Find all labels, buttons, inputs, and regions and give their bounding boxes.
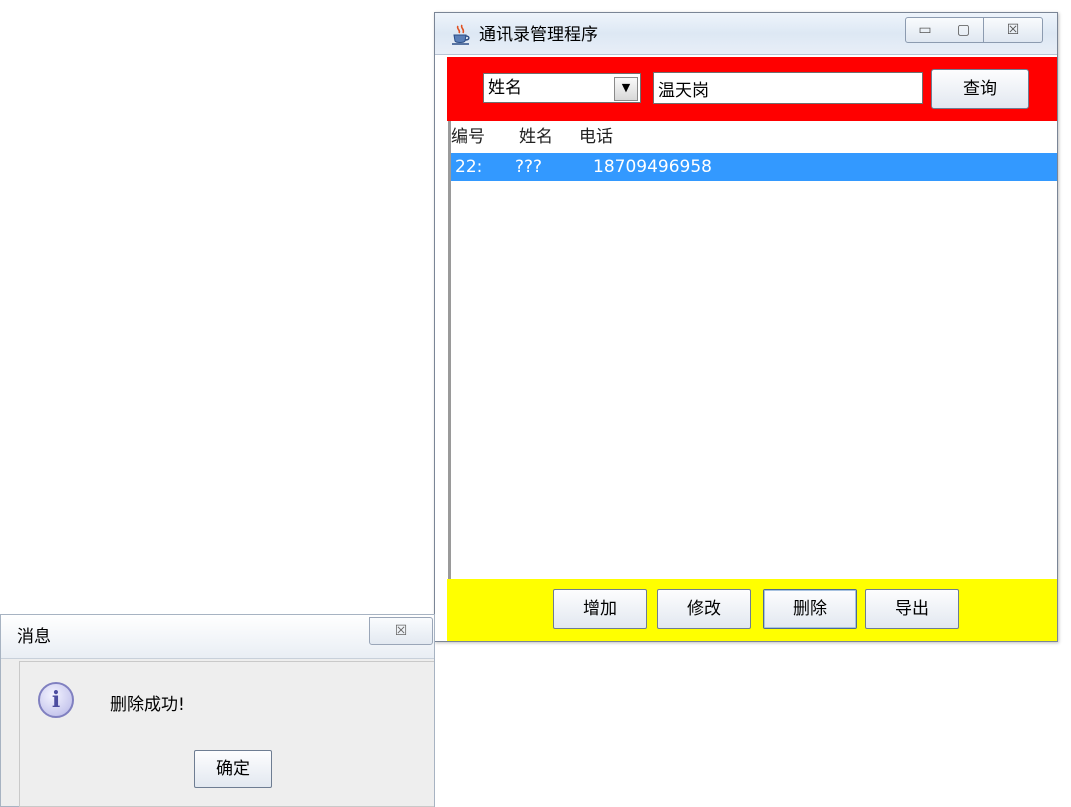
java-cup-icon bbox=[452, 24, 470, 45]
export-button[interactable]: 导出 bbox=[865, 589, 959, 629]
search-field-select[interactable]: 姓名 ▼ bbox=[483, 73, 641, 103]
close-icon: ☒ bbox=[394, 623, 408, 639]
ok-button[interactable]: 确定 bbox=[194, 750, 272, 788]
add-button[interactable]: 增加 bbox=[553, 589, 647, 629]
row-id: 22: bbox=[455, 157, 483, 177]
search-input[interactable] bbox=[653, 72, 923, 104]
list-item-selected[interactable]: 22: ??? 18709496958 bbox=[451, 153, 1057, 181]
contact-list[interactable]: 编号 姓名 电话 22: ??? 18709496958 bbox=[435, 121, 1057, 581]
dialog-title: 消息 bbox=[17, 627, 51, 647]
dialog-message: 删除成功! bbox=[110, 695, 185, 715]
row-phone: 18709496958 bbox=[593, 157, 712, 177]
info-icon: i bbox=[38, 682, 74, 718]
chevron-down-icon[interactable]: ▼ bbox=[614, 77, 638, 101]
maximize-button[interactable]: ▢ bbox=[944, 17, 984, 43]
title-bar[interactable]: 通讯录管理程序 ▭ ▢ ☒ bbox=[435, 13, 1057, 55]
search-field-selected: 姓名 bbox=[488, 78, 522, 98]
edit-button[interactable]: 修改 bbox=[657, 589, 751, 629]
dialog-body: i 删除成功! 确定 bbox=[19, 661, 434, 807]
close-icon: ☒ bbox=[1006, 22, 1020, 38]
search-panel: 姓名 ▼ 查询 bbox=[447, 57, 1057, 121]
window-title: 通讯录管理程序 bbox=[479, 25, 598, 45]
message-dialog: 消息 ☒ i 删除成功! 确定 bbox=[0, 614, 435, 807]
list-border bbox=[435, 121, 451, 581]
action-panel: 增加 修改 删除 导出 bbox=[447, 579, 1057, 641]
search-button[interactable]: 查询 bbox=[931, 69, 1029, 109]
header-name: 姓名 bbox=[519, 127, 553, 147]
dialog-close-button[interactable]: ☒ bbox=[369, 617, 433, 645]
minimize-icon: ▭ bbox=[918, 22, 932, 38]
delete-button[interactable]: 删除 bbox=[763, 589, 857, 629]
header-id: 编号 bbox=[451, 127, 485, 147]
maximize-icon: ▢ bbox=[956, 22, 971, 38]
header-phone: 电话 bbox=[579, 127, 613, 147]
close-button[interactable]: ☒ bbox=[983, 17, 1043, 43]
row-name: ??? bbox=[515, 157, 543, 177]
dialog-title-bar[interactable]: 消息 ☒ bbox=[1, 615, 434, 659]
minimize-button[interactable]: ▭ bbox=[905, 17, 945, 43]
main-window: 通讯录管理程序 ▭ ▢ ☒ 姓名 ▼ 查询 编号 姓名 电话 22: ??? 1… bbox=[434, 12, 1058, 642]
